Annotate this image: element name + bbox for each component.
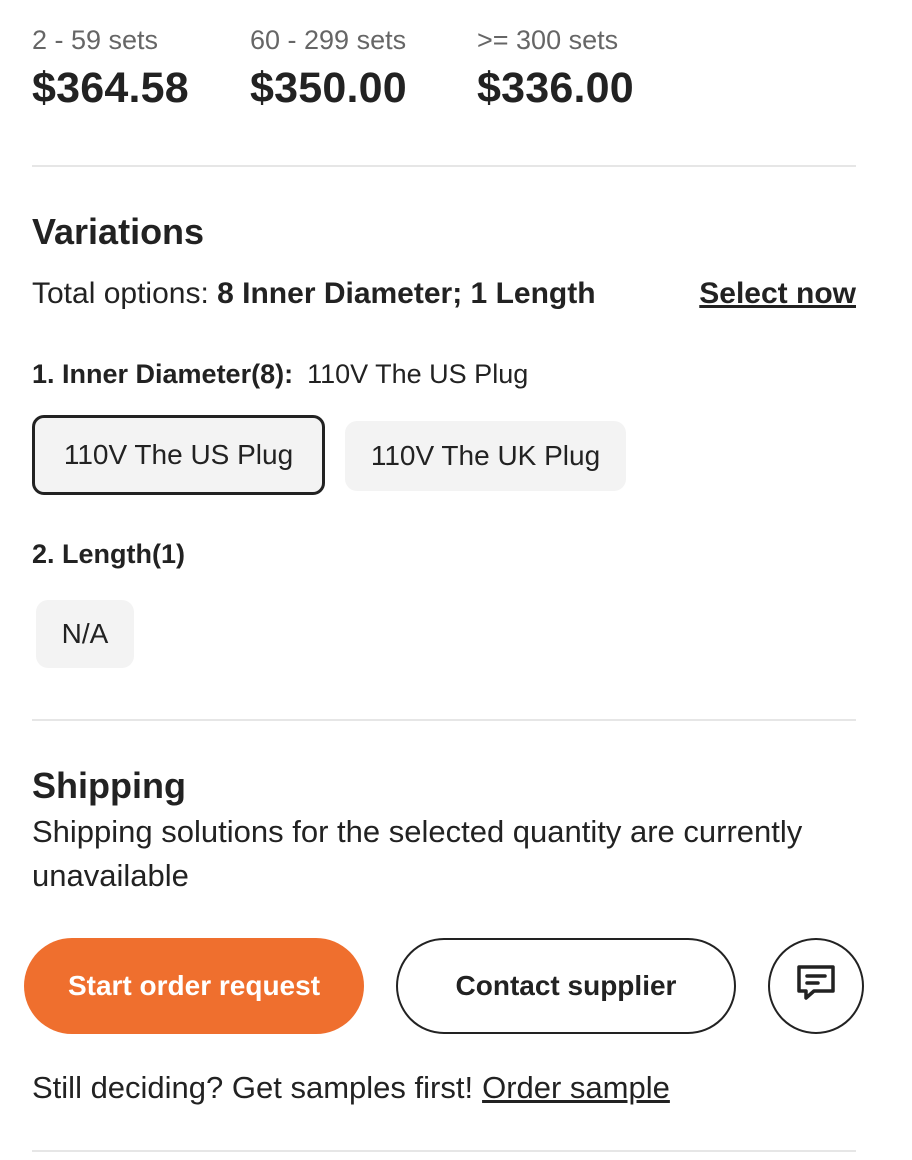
- chat-icon: [794, 963, 838, 1010]
- shipping-message: Shipping solutions for the selected quan…: [32, 814, 803, 893]
- select-now-link[interactable]: Select now: [699, 274, 856, 314]
- attribute-name: 2. Length(1): [32, 539, 185, 569]
- order-sample-link[interactable]: Order sample: [482, 1070, 670, 1105]
- shipping-title: Shipping: [32, 765, 186, 806]
- attribute-selected-value: 110V The US Plug: [307, 359, 529, 389]
- option-chip-na[interactable]: N/A: [36, 600, 134, 668]
- attribute-label-length: 2. Length(1): [32, 536, 185, 572]
- attribute-name: 1. Inner Diameter(8):: [32, 359, 294, 389]
- divider: [32, 719, 856, 721]
- sample-prompt: Still deciding? Get samples first!: [32, 1070, 474, 1105]
- tier-price: $364.58: [32, 64, 189, 112]
- start-order-request-button[interactable]: Start order request: [24, 938, 364, 1034]
- option-chip-us-plug[interactable]: 110V The US Plug: [32, 415, 325, 495]
- divider: [32, 1150, 856, 1152]
- sample-row: Still deciding? Get samples first! Order …: [32, 1066, 670, 1110]
- total-options-label: Total options:: [32, 277, 209, 310]
- total-options-text: Total options: 8 Inner Diameter; 1 Lengt…: [32, 274, 596, 314]
- price-tier: 60 - 299 sets $350.00: [250, 22, 477, 118]
- tier-price: $336.00: [477, 64, 634, 112]
- tier-quantity: 2 - 59 sets: [32, 25, 159, 55]
- attribute-label-inner-diameter: 1. Inner Diameter(8): 110V The US Plug: [32, 356, 528, 392]
- price-tiers: 2 - 59 sets $364.58 60 - 299 sets $350.0…: [32, 22, 697, 118]
- price-tier: 2 - 59 sets $364.58: [32, 22, 250, 118]
- option-chip-uk-plug[interactable]: 110V The UK Plug: [345, 421, 626, 491]
- tier-price: $350.00: [250, 64, 407, 112]
- total-options-value: 8 Inner Diameter; 1 Length: [217, 277, 596, 310]
- chat-button[interactable]: [768, 938, 864, 1034]
- tier-quantity: >= 300 sets: [477, 25, 619, 55]
- contact-supplier-button[interactable]: Contact supplier: [396, 938, 736, 1034]
- price-tier: >= 300 sets $336.00: [477, 22, 697, 118]
- divider: [32, 165, 856, 167]
- variations-title: Variations: [32, 211, 205, 252]
- tier-quantity: 60 - 299 sets: [250, 25, 407, 55]
- total-options-row: Total options: 8 Inner Diameter; 1 Lengt…: [32, 274, 856, 314]
